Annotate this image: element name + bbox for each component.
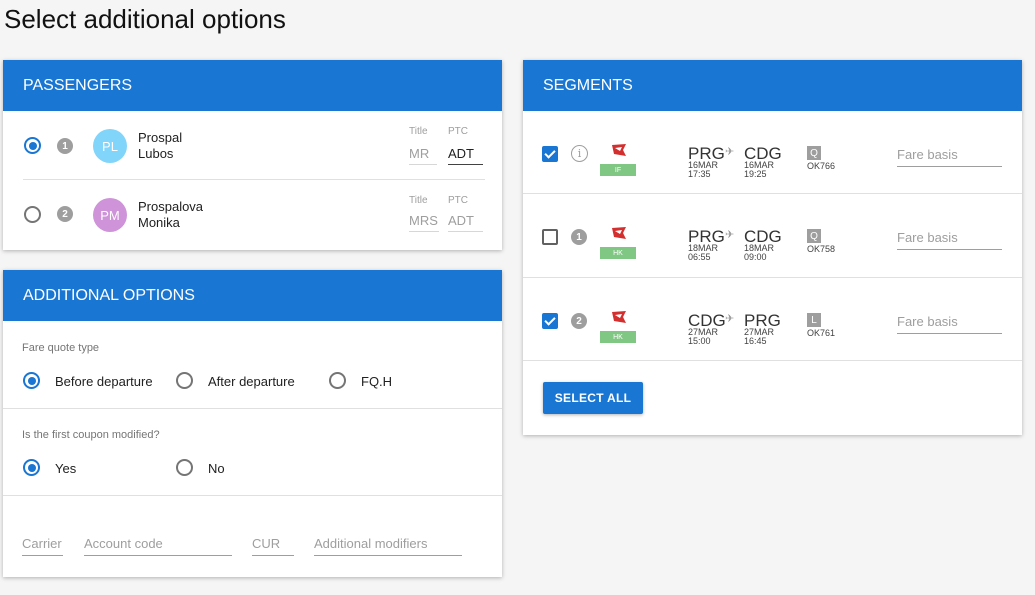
segments-header: SEGMENTS — [523, 60, 1022, 111]
fare-basis-input[interactable]: Fare basis — [897, 147, 1002, 167]
segment-checkbox[interactable] — [542, 229, 558, 245]
passenger-number-badge: 1 — [57, 138, 73, 154]
additional-options-header: ADDITIONAL OPTIONS — [3, 270, 502, 321]
arrival-time: 09:00 — [744, 252, 767, 262]
carrier-input[interactable]: Carrier — [22, 536, 63, 556]
fare-quote-fqh-label[interactable]: FQ.H — [361, 374, 392, 389]
divider — [3, 495, 502, 496]
passenger-first-name: Lubos — [138, 146, 174, 161]
title-label: Title — [409, 126, 428, 137]
segment-row: 1 HK PRG ✈ CDG 18MAR 06:55 18MAR 09:00 Q… — [523, 194, 1022, 277]
departure-time: 06:55 — [688, 252, 711, 262]
airline-logo-icon — [612, 311, 626, 323]
fare-basis-input[interactable]: Fare basis — [897, 230, 1002, 250]
booking-class-badge: L — [807, 313, 821, 327]
plane-icon: ✈ — [725, 146, 735, 158]
passengers-card: PASSENGERS 1 PL Prospal Lubos Title MR P… — [3, 60, 502, 250]
flight-number: OK766 — [807, 161, 836, 171]
fare-quote-fqh-radio[interactable] — [329, 372, 346, 389]
divider — [523, 360, 1022, 361]
currency-input[interactable]: CUR — [252, 536, 294, 556]
passenger-radio[interactable] — [24, 206, 41, 223]
title-field[interactable]: MR — [409, 146, 437, 165]
segment-row: i IF PRG ✈ CDG 16MAR 17:35 16MAR 19:25 Q… — [523, 111, 1022, 193]
passenger-last-name: Prospalova — [138, 199, 204, 214]
fare-quote-type-label: Fare quote type — [22, 342, 100, 354]
first-coupon-yes-label[interactable]: Yes — [55, 461, 76, 476]
additional-options-card: ADDITIONAL OPTIONS Fare quote type Befor… — [3, 270, 502, 577]
status-badge: HK — [600, 331, 636, 343]
passenger-number-badge: 2 — [57, 206, 73, 222]
avatar: PM — [93, 198, 127, 232]
status-badge: HK — [600, 247, 636, 259]
flight-number: OK758 — [807, 244, 836, 254]
info-icon[interactable]: i — [571, 145, 588, 162]
segment-row: 2 HK CDG ✈ PRG 27MAR 15:00 27MAR 16:45 L… — [523, 278, 1022, 360]
status-badge: IF — [600, 164, 636, 176]
ptc-label: PTC — [448, 126, 468, 137]
segments-card: SEGMENTS i IF PRG ✈ CDG 16MAR 17:35 16MA… — [523, 60, 1022, 435]
account-code-input[interactable]: Account code — [84, 536, 232, 556]
passenger-row: 1 PL Prospal Lubos Title MR PTC ADT — [3, 111, 502, 180]
passenger-first-name: Monika — [138, 215, 180, 230]
passengers-header: PASSENGERS — [3, 60, 502, 111]
plane-icon: ✈ — [725, 229, 735, 241]
segment-number-badge: 2 — [571, 313, 587, 329]
fare-quote-after-label[interactable]: After departure — [208, 374, 295, 389]
airline-logo-icon — [612, 227, 626, 239]
first-coupon-yes-radio[interactable] — [23, 459, 40, 476]
title-field[interactable]: MRS — [409, 213, 439, 232]
arrival-time: 16:45 — [744, 336, 767, 346]
fare-quote-before-label[interactable]: Before departure — [55, 374, 153, 389]
segment-number-badge: 1 — [571, 229, 587, 245]
departure-time: 17:35 — [688, 169, 711, 179]
ptc-label: PTC — [448, 195, 468, 206]
first-coupon-no-label[interactable]: No — [208, 461, 225, 476]
airline-logo-icon — [612, 144, 626, 156]
departure-time: 15:00 — [688, 336, 711, 346]
avatar: PL — [93, 129, 127, 163]
ptc-field[interactable]: ADT — [448, 213, 483, 232]
page-title: Select additional options — [4, 4, 286, 34]
flight-number: OK761 — [807, 328, 836, 338]
select-all-button[interactable]: SELECT ALL — [543, 382, 643, 414]
first-coupon-no-radio[interactable] — [176, 459, 193, 476]
segment-checkbox[interactable] — [542, 146, 558, 162]
fare-quote-after-radio[interactable] — [176, 372, 193, 389]
segment-checkbox[interactable] — [542, 313, 558, 329]
booking-class-badge: Q — [807, 146, 821, 160]
passenger-radio[interactable] — [24, 137, 41, 154]
title-label: Title — [409, 195, 428, 206]
additional-modifiers-input[interactable]: Additional modifiers — [314, 536, 462, 556]
plane-icon: ✈ — [725, 313, 735, 325]
passenger-last-name: Prospal — [138, 130, 183, 145]
arrival-time: 19:25 — [744, 169, 767, 179]
passenger-row: 2 PM Prospalova Monika Title MRS PTC ADT — [3, 180, 502, 249]
ptc-field[interactable]: ADT — [448, 146, 483, 165]
fare-basis-input[interactable]: Fare basis — [897, 314, 1002, 334]
fare-quote-before-radio[interactable] — [23, 372, 40, 389]
first-coupon-label: Is the first coupon modified? — [22, 429, 160, 441]
booking-class-badge: Q — [807, 229, 821, 243]
divider — [3, 408, 502, 409]
